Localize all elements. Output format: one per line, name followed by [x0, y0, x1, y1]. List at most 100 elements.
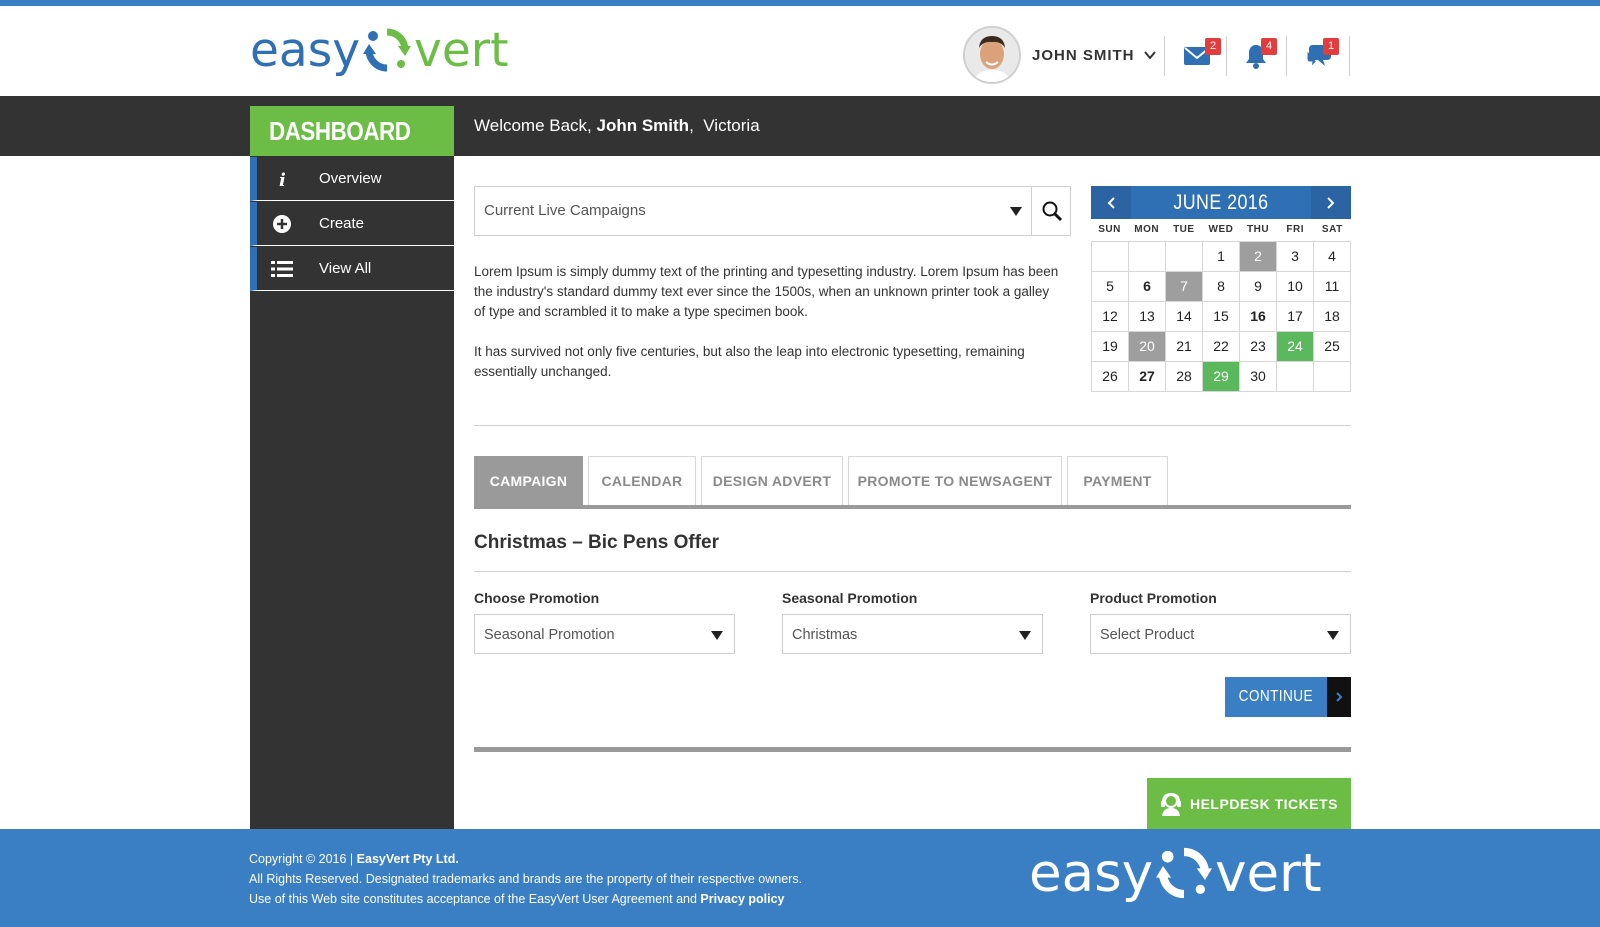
dashboard-label: DASHBOARD	[250, 106, 454, 156]
header-divider	[1349, 36, 1350, 76]
notifications-button[interactable]: 4	[1245, 38, 1277, 70]
sidebar-item-overview[interactable]: i Overview	[250, 157, 454, 201]
tab-promote-to-newsagent[interactable]: PROMOTE TO NEWSAGENT	[848, 456, 1062, 505]
weekday-label: WED	[1208, 224, 1234, 235]
avatar	[963, 26, 1021, 84]
welcome-prefix: Welcome Back,	[474, 116, 592, 135]
calendar-day[interactable]: 4	[1314, 242, 1351, 272]
calendar-day[interactable]: 29	[1203, 362, 1240, 392]
header: easy vert JOHN SMITH 2 4 1	[0, 6, 1600, 96]
calendar-day[interactable]: 8	[1203, 272, 1240, 302]
user-avatar-icon	[965, 28, 1019, 82]
footer-logo-text-vert: vert	[1215, 842, 1322, 904]
calendar-day[interactable]: 9	[1240, 272, 1277, 302]
weekday-label: TUE	[1173, 224, 1195, 235]
calendar-widget: JUNE 2016 SUN MON TUE WED THU FRI SAT 12345678…	[1091, 186, 1351, 392]
calendar-day[interactable]: 17	[1277, 302, 1314, 332]
calendar-day[interactable]: 16	[1240, 302, 1277, 332]
calendar-day[interactable]: 25	[1314, 332, 1351, 362]
calendar-empty-cell	[1166, 242, 1203, 272]
footer-copyright: Copyright © 2016 |	[249, 852, 354, 866]
dropdown-arrow-icon	[1019, 631, 1031, 640]
calendar-day[interactable]: 6	[1129, 272, 1166, 302]
tab-design-advert[interactable]: DESIGN ADVERT	[701, 456, 843, 505]
chat-button[interactable]: 1	[1305, 38, 1339, 70]
calendar-day[interactable]: 11	[1314, 272, 1351, 302]
seasonal-promotion-label: Seasonal Promotion	[782, 590, 918, 606]
calendar-empty-cell	[1314, 362, 1351, 392]
messages-badge: 2	[1205, 38, 1221, 55]
calendar-day[interactable]: 5	[1092, 272, 1129, 302]
product-promotion-value: Select Product	[1100, 627, 1195, 643]
calendar-day[interactable]: 19	[1092, 332, 1129, 362]
calendar-day[interactable]: 28	[1166, 362, 1203, 392]
tab-campaign[interactable]: CAMPAIGN	[474, 456, 583, 505]
sidebar-item-label: Create	[319, 215, 365, 232]
calendar-day[interactable]: 22	[1203, 332, 1240, 362]
helpdesk-label: HELPDESK TICKETS	[1189, 795, 1338, 812]
calendar-day[interactable]: 12	[1092, 302, 1129, 332]
helpdesk-tickets-button[interactable]: HELPDESK TICKETS	[1147, 778, 1351, 829]
sidebar-item-create[interactable]: Create	[250, 202, 454, 246]
calendar-grid: 1 2 3 4 5 6 7 8 9 10 11 12 13 14 15 16 17 18 19 20 21 22 23 24 2…	[1091, 241, 1351, 392]
calendar-day[interactable]: 27	[1129, 362, 1166, 392]
calendar-day[interactable]: 2	[1240, 242, 1277, 272]
calendar-day[interactable]: 13	[1129, 302, 1166, 332]
logo[interactable]: easy vert	[250, 20, 509, 80]
campaign-select[interactable]: Current Live Campaigns	[474, 186, 1071, 236]
sidebar-item-view-all[interactable]: View All	[250, 247, 454, 291]
footer-logo: easy vert	[1029, 845, 1322, 901]
user-menu[interactable]: JOHN SMITH	[963, 24, 1157, 86]
dropdown-arrow-icon	[711, 631, 723, 640]
support-agent-icon	[1160, 792, 1181, 816]
chevron-down-icon[interactable]	[1143, 48, 1157, 62]
choose-promotion-label: Choose Promotion	[474, 590, 600, 606]
privacy-policy-link[interactable]: Privacy policy	[700, 892, 784, 906]
divider	[474, 571, 1351, 572]
footer-text: Copyright © 2016 | EasyVert Pty Ltd. All…	[249, 849, 802, 909]
campaign-description: Lorem Ipsum is simply dummy text of the …	[474, 262, 1064, 402]
calendar-day[interactable]: 7	[1166, 272, 1203, 302]
calendar-day[interactable]: 3	[1277, 242, 1314, 272]
tab-payment[interactable]: PAYMENT	[1067, 456, 1168, 505]
search-icon	[1042, 201, 1063, 222]
calendar-day[interactable]: 10	[1277, 272, 1314, 302]
header-divider	[1164, 36, 1165, 76]
continue-button[interactable]: CONTINUE	[1225, 677, 1351, 717]
choose-promotion-select[interactable]: Seasonal Promotion	[474, 614, 735, 654]
footer-company: EasyVert Pty Ltd.	[356, 852, 459, 866]
notifications-badge: 4	[1261, 38, 1277, 55]
calendar-prev-button[interactable]	[1091, 186, 1131, 219]
continue-arrow	[1327, 677, 1351, 717]
calendar-title: JUNE 2016	[1173, 191, 1269, 214]
calendar-day[interactable]: 14	[1166, 302, 1203, 332]
calendar-day[interactable]: 18	[1314, 302, 1351, 332]
search-button[interactable]	[1031, 187, 1072, 235]
calendar-day[interactable]: 23	[1240, 332, 1277, 362]
seasonal-promotion-select[interactable]: Christmas	[782, 614, 1043, 654]
dropdown-arrow-icon	[1327, 631, 1339, 640]
weekday-label: FRI	[1286, 224, 1304, 235]
description-paragraph: It has survived not only five centuries,…	[474, 344, 1025, 379]
sidebar: i Overview Create View All	[250, 156, 454, 829]
footer: Copyright © 2016 | EasyVert Pty Ltd. All…	[0, 829, 1600, 927]
tab-calendar[interactable]: CALENDAR	[588, 456, 696, 505]
calendar-header: JUNE 2016	[1091, 186, 1351, 219]
calendar-day[interactable]: 26	[1092, 362, 1129, 392]
calendar-day[interactable]: 15	[1203, 302, 1240, 332]
seasonal-promotion-value: Christmas	[792, 627, 858, 643]
calendar-day[interactable]: 30	[1240, 362, 1277, 392]
messages-button[interactable]: 2	[1183, 38, 1221, 70]
weekday-label: SUN	[1098, 224, 1121, 235]
sidebar-item-label: View All	[319, 260, 372, 277]
calendar-day[interactable]: 1	[1203, 242, 1240, 272]
product-promotion-select[interactable]: Select Product	[1090, 614, 1351, 654]
calendar-next-button[interactable]	[1311, 186, 1351, 219]
calendar-day[interactable]: 24	[1277, 332, 1314, 362]
chevron-right-icon	[1336, 692, 1343, 702]
welcome-location: Victoria	[703, 116, 760, 135]
calendar-day[interactable]: 21	[1166, 332, 1203, 362]
welcome-bar	[0, 96, 1600, 156]
calendar-empty-cell	[1129, 242, 1166, 272]
calendar-day[interactable]: 20	[1129, 332, 1166, 362]
